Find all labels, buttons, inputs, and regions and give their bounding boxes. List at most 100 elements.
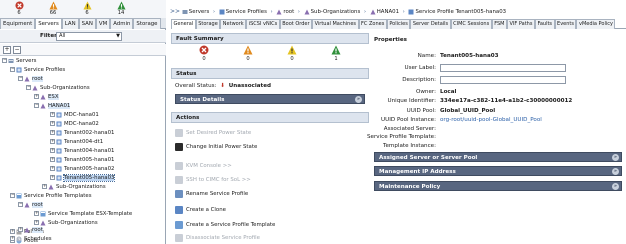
expand-chevron-icon[interactable]: » <box>612 154 619 161</box>
critical-fault-count[interactable]: 0 <box>189 45 219 63</box>
expand-toggle[interactable]: + <box>42 184 47 189</box>
breadcrumb-item[interactable]: Service Profiles <box>226 9 267 15</box>
breadcrumb-item[interactable]: HANA01 <box>377 9 399 15</box>
tree-node-service-profile[interactable]: + MDC-hana02 <box>50 120 99 128</box>
expand-toggle[interactable]: + <box>10 236 15 241</box>
status-details-bar[interactable]: Status Details » <box>175 94 365 104</box>
minor-fault-count[interactable]: 6 <box>72 1 102 17</box>
critical-fault-count[interactable]: 6 <box>4 1 34 17</box>
tab-network[interactable]: Network <box>220 19 247 29</box>
management-ip-section[interactable]: Management IP Address » <box>374 166 622 176</box>
expand-toggle[interactable]: + <box>50 139 55 144</box>
tab-storage[interactable]: Storage <box>195 19 221 29</box>
tab-vmedia-policy[interactable]: vMedia Policy <box>576 19 616 29</box>
expand-chevron-icon[interactable]: » <box>355 96 362 103</box>
tab-virtual-machines[interactable]: Virtual Machines <box>312 19 359 29</box>
kvm-console-action[interactable]: KVM Console >> <box>175 160 232 172</box>
assigned-server-section[interactable]: Assigned Server or Server Pool » <box>374 152 622 162</box>
tab-faults[interactable]: Faults <box>534 19 555 29</box>
tab-vif-paths[interactable]: VIF Paths <box>506 19 535 29</box>
tree-node-root[interactable]: − root <box>18 201 43 209</box>
expand-toggle[interactable]: + <box>34 94 39 99</box>
tree-node-schedules[interactable]: + Schedules <box>10 235 52 243</box>
maintenance-policy-section[interactable]: Maintenance Policy » <box>374 181 622 191</box>
expand-toggle[interactable]: + <box>50 121 55 126</box>
tab-iscsi-vnics[interactable]: iSCSI vNICs <box>246 19 280 29</box>
tab-cimc-sessions[interactable]: CIMC Sessions <box>450 19 492 29</box>
create-template-action[interactable]: Create a Service Profile Template <box>175 219 275 231</box>
tree-node-service-profile[interactable]: + Tenant004-hana01 <box>50 147 114 155</box>
collapse-toggle[interactable]: − <box>2 58 7 63</box>
expand-toggle[interactable]: + <box>50 148 55 153</box>
tab-events[interactable]: Events <box>554 19 577 29</box>
expand-toggle[interactable]: + <box>50 130 55 135</box>
expand-toggle[interactable]: + <box>34 211 39 216</box>
uuid-pool-instance-link[interactable]: org-root/uuid-pool-Global_UUID_Pool <box>440 116 542 124</box>
tab-fsm[interactable]: FSM <box>491 19 507 29</box>
collapse-toggle[interactable]: − <box>34 103 39 108</box>
tab-policies[interactable]: Policies <box>386 19 411 29</box>
expand-toggle[interactable]: + <box>50 166 55 171</box>
tree-node-service-profiles[interactable]: − Service Profiles <box>10 66 65 74</box>
back-arrow-icon[interactable]: >> <box>170 6 180 18</box>
expand-toggle[interactable]: + <box>50 175 55 180</box>
collapse-toggle[interactable]: − <box>18 202 23 207</box>
warning-fault-count[interactable]: 14 <box>106 1 136 17</box>
tree-node-sub-organizations[interactable]: + Sub-Organizations <box>42 183 106 191</box>
tab-admin[interactable]: Admin <box>110 18 134 29</box>
tree-node-service-profile[interactable]: + Tenant004-dt1 <box>50 138 103 146</box>
ssh-to-cimc-action[interactable]: SSH to CIMC for SoL >> <box>175 174 251 186</box>
tree-node-root[interactable]: + root <box>18 226 43 234</box>
tree-node-service-profile[interactable]: + Tenant002-hana01 <box>50 129 114 137</box>
expand-all-button[interactable]: + <box>3 46 11 54</box>
minor-fault-count[interactable]: 0 <box>277 45 307 63</box>
collapse-toggle[interactable]: − <box>10 193 15 198</box>
expand-toggle[interactable]: + <box>50 112 55 117</box>
tree-node-root[interactable]: − root <box>18 75 43 83</box>
tree-node-servers[interactable]: − Servers <box>2 57 37 65</box>
collapse-all-button[interactable]: − <box>13 46 21 54</box>
tab-storage[interactable]: Storage <box>133 18 161 29</box>
change-initial-power-state-action[interactable]: Change Initial Power State <box>175 141 257 153</box>
major-fault-count[interactable]: 0 <box>233 45 263 63</box>
expand-toggle[interactable]: + <box>18 227 23 232</box>
tab-equipment[interactable]: Equipment <box>0 18 36 29</box>
expand-toggle[interactable]: + <box>34 220 39 225</box>
warning-fault-count[interactable]: 1 <box>321 45 351 63</box>
tab-vm[interactable]: VM <box>95 18 111 29</box>
user-label-input[interactable] <box>440 64 566 72</box>
tab-fc-zones[interactable]: FC Zones <box>358 19 387 29</box>
tree-node-service-template[interactable]: + Service Template ESX-Template <box>34 210 132 218</box>
tab-boot-order[interactable]: Boot Order <box>279 19 313 29</box>
collapse-toggle[interactable]: − <box>18 76 23 81</box>
tree-node-service-profile-selected[interactable]: + Tenant005-hana03 <box>50 174 116 182</box>
disassociate-service-profile-action[interactable]: Disassociate Service Profile <box>175 232 260 244</box>
filter-select[interactable]: All ▼ <box>56 32 122 41</box>
breadcrumb-item[interactable]: Sub-Organizations <box>311 9 361 15</box>
major-fault-count[interactable]: 66 <box>38 1 68 17</box>
tree-node-service-profile[interactable]: + Tenant005-hana02 <box>50 165 114 173</box>
tab-lan[interactable]: LAN <box>61 18 79 29</box>
tree-node-esx[interactable]: + ESX <box>34 93 59 101</box>
expand-toggle[interactable]: + <box>50 157 55 162</box>
tree-node-service-profile[interactable]: + MDC-hana01 <box>50 111 99 119</box>
tree-node-service-profile[interactable]: + Tenant005-hana01 <box>50 156 114 164</box>
breadcrumb-item[interactable]: root <box>283 9 294 15</box>
tab-servers[interactable]: Servers <box>35 18 62 29</box>
tree-node-hana01[interactable]: − HANA01 <box>34 102 71 110</box>
set-desired-power-state-action[interactable]: Set Desired Power State <box>175 127 251 139</box>
tree-node-sub-organizations[interactable]: + Sub-Organizations <box>34 219 98 227</box>
create-clone-action[interactable]: Create a Clone <box>175 204 226 216</box>
collapse-toggle[interactable]: − <box>26 85 31 90</box>
tab-san[interactable]: SAN <box>78 18 96 29</box>
expand-toggle[interactable]: + <box>10 229 15 234</box>
breadcrumb-item[interactable]: Servers <box>189 9 210 15</box>
tab-server-details[interactable]: Server Details <box>410 19 451 29</box>
rename-service-profile-action[interactable]: Rename Service Profile <box>175 188 248 200</box>
tree-node-sub-organizations[interactable]: − Sub-Organizations <box>26 84 90 92</box>
expand-chevron-icon[interactable]: » <box>612 168 619 175</box>
collapse-toggle[interactable]: − <box>10 67 15 72</box>
tree-node-service-profile-templates[interactable]: − Service Profile Templates <box>10 192 92 200</box>
tab-general[interactable]: General <box>171 19 196 29</box>
description-input[interactable] <box>440 76 566 84</box>
